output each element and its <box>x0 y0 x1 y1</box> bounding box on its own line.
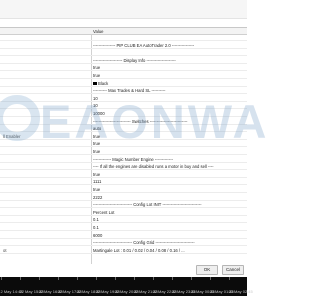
time-tick-mark <box>1 277 2 280</box>
time-tick-mark <box>96 277 97 280</box>
row-value[interactable]: ------------- Magic Number Engine ------… <box>93 157 173 162</box>
table-row[interactable]: 10 <box>0 95 247 102</box>
table-row[interactable]: --------------------- Display Info -----… <box>0 57 247 64</box>
row-value[interactable]: --------------------- Display Info -----… <box>93 58 176 63</box>
table-row[interactable]: 10000 <box>0 111 247 117</box>
time-tick-mark <box>39 277 40 280</box>
row-value[interactable]: Martingale Lot : 0.01 / 0.02 / 0.04 / 0.… <box>93 248 185 253</box>
time-tick-label: 23 May 02:45 <box>228 289 253 294</box>
row-value[interactable]: 6000 <box>93 233 102 238</box>
row-value[interactable]: ---------------------------- Config Grid… <box>93 240 195 245</box>
row-value[interactable]: ---- If all the engines are disabled run… <box>93 164 214 169</box>
time-tick-mark <box>134 277 135 280</box>
row-value[interactable]: auto <box>93 126 101 131</box>
table-row[interactable]: ---------------- PIP CLUB EA AutoTrader … <box>0 42 247 49</box>
row-value[interactable]: true <box>93 141 100 146</box>
table-row[interactable]: 0.1 <box>0 217 247 224</box>
table-row[interactable]: ------------- Magic Number Engine ------… <box>0 156 247 163</box>
time-tick-mark <box>20 277 21 280</box>
cancel-button[interactable]: Cancel <box>222 265 244 275</box>
row-value[interactable]: ---------------------------- Config Lot … <box>93 202 202 207</box>
row-value[interactable]: Percent Lot <box>93 210 114 215</box>
table-row[interactable]: true <box>0 171 247 178</box>
time-tick-mark <box>210 277 211 280</box>
row-value[interactable]: 0.1 <box>93 217 99 222</box>
chart-time-axis: 2 May 14:45 22 May 15:45 22 May 16:45 22 Ma… <box>0 277 253 296</box>
row-value[interactable]: Black <box>93 81 108 86</box>
row-value[interactable]: true <box>93 134 100 139</box>
table-row[interactable]: --------------------------- Switches ---… <box>0 118 247 125</box>
time-tick-mark <box>153 277 154 280</box>
table-row[interactable]: true <box>0 141 247 148</box>
table-row[interactable]: auto <box>0 126 247 133</box>
table-row[interactable]: Percent Lot <box>0 209 247 216</box>
time-tick-mark <box>77 277 78 280</box>
table-row[interactable]: ---- If all the engines are disabled run… <box>0 164 247 171</box>
inputs-table: Value ---------------- PIP CLUB EA AutoT… <box>0 27 247 264</box>
table-row[interactable]: true <box>0 187 247 193</box>
row-value[interactable]: 10000 <box>93 111 105 116</box>
header-value: Value <box>93 28 104 34</box>
table-row[interactable]: 10 <box>0 103 247 110</box>
row-value[interactable]: --------------------------- Switches ---… <box>93 119 187 124</box>
time-tick-mark <box>58 277 59 280</box>
row-value[interactable]: 10 <box>93 96 98 101</box>
color-name: Black <box>98 80 109 86</box>
table-row[interactable]: true <box>0 149 247 155</box>
table-row[interactable]: 0.1 <box>0 225 247 231</box>
row-value[interactable]: ---------------- PIP CLUB EA AutoTrader … <box>93 43 194 48</box>
time-tick-mark <box>191 277 192 280</box>
time-tick-mark <box>115 277 116 280</box>
table-row[interactable]: true <box>0 65 247 72</box>
row-value[interactable]: true <box>93 172 100 177</box>
row-value[interactable]: 10 <box>93 103 98 108</box>
dialog-buttons: OK Cancel <box>0 265 247 275</box>
row-variable: ot <box>3 247 7 253</box>
table-row[interactable]: ot Martingale Lot : 0.01 / 0.02 / 0.04 / … <box>0 247 247 254</box>
table-row[interactable] <box>0 50 247 57</box>
row-value[interactable]: true <box>93 187 100 192</box>
table-row[interactable]: true <box>0 73 247 79</box>
time-tick-mark <box>229 277 230 280</box>
table-row[interactable]: ll Enabler true <box>0 133 247 140</box>
table-row[interactable]: 6000 <box>0 232 247 239</box>
dialog-top-area <box>0 0 247 19</box>
ok-button[interactable]: OK <box>196 265 218 275</box>
table-row[interactable]: 1111 <box>0 179 247 186</box>
table-row[interactable]: ---------------------------- Config Lot … <box>0 202 247 209</box>
table-row[interactable] <box>0 35 247 41</box>
row-value[interactable]: 2222 <box>93 195 102 200</box>
row-value[interactable]: 1111 <box>93 179 101 184</box>
time-tick-mark <box>172 277 173 280</box>
table-row[interactable]: ---------------------------- Config Grid… <box>0 240 247 247</box>
row-value[interactable]: 0.1 <box>93 225 99 230</box>
table-row[interactable]: 2222 <box>0 194 247 201</box>
table-row[interactable]: Black <box>0 80 247 87</box>
table-row[interactable]: ---------- Max Trades & Hard SL --------… <box>0 88 247 95</box>
row-value[interactable]: true <box>93 149 100 154</box>
row-variable: ll Enabler <box>3 133 21 139</box>
row-value[interactable]: true <box>93 73 100 78</box>
color-swatch-icon <box>93 81 97 86</box>
row-value[interactable]: ---------- Max Trades & Hard SL --------… <box>93 88 165 93</box>
row-value[interactable]: true <box>93 65 100 70</box>
